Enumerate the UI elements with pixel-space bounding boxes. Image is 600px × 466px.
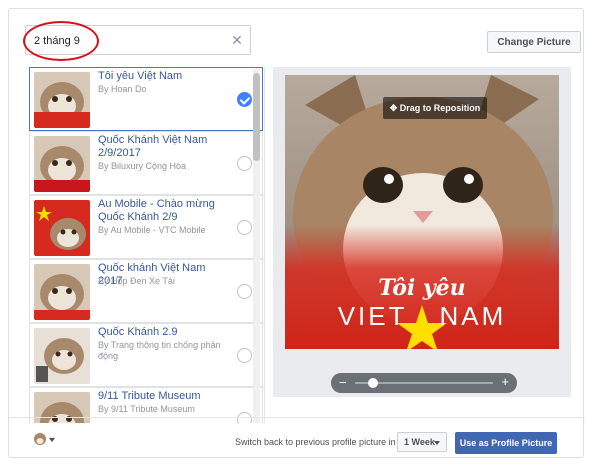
frame-radio[interactable]	[237, 284, 252, 299]
frame-thumbnail	[34, 328, 90, 384]
frame-title: Quốc Khánh 2.9	[98, 326, 178, 338]
profile-preview-image[interactable]: ✥ Drag to Reposition Tôi yêu VIET NAM	[285, 75, 559, 349]
drag-to-reposition-button[interactable]: ✥ Drag to Reposition	[383, 97, 487, 119]
frame-thumbnail	[34, 72, 90, 128]
frame-author: By Au Mobile - VTC Mobile	[98, 225, 206, 235]
frame-thumbnail	[34, 200, 90, 256]
page: ✕ Change Picture Tôi yêu Việt Nam By Hoa…	[0, 0, 600, 466]
frame-text-bottom: VIET NAM	[285, 301, 559, 332]
switch-back-label: Switch back to previous profile picture …	[235, 437, 396, 447]
cat-thumbnail-icon	[34, 433, 55, 445]
frame-author: By Hộp Đen Xe Tải	[98, 276, 175, 286]
frame-thumbnail	[34, 264, 90, 320]
zoom-track[interactable]	[355, 378, 493, 388]
frame-overlay-text: Tôi yêu VIET NAM	[285, 275, 559, 332]
zoom-slider[interactable]: − +	[331, 373, 517, 393]
search-input[interactable]	[34, 32, 214, 50]
frame-text-right: NAM	[439, 301, 507, 331]
zoom-out-icon[interactable]: −	[339, 375, 347, 391]
frame-radio[interactable]	[237, 92, 252, 107]
frame-item[interactable]: Quốc Khánh Việt Nam 2/9/2017 By Biluxury…	[29, 131, 263, 195]
change-picture-button[interactable]: Change Picture	[487, 31, 581, 53]
frame-text-left: VIET	[337, 301, 408, 331]
frame-author: By Biluxury Cộng Hòa	[98, 161, 187, 171]
frame-item[interactable]: Quốc Khánh 2.9 By Trang thông tin chống …	[29, 323, 263, 387]
frame-radio[interactable]	[237, 348, 252, 363]
move-icon: ✥	[389, 103, 400, 113]
preview-area: ✥ Drag to Reposition Tôi yêu VIET NAM − +	[273, 67, 571, 397]
zoom-in-icon[interactable]: +	[501, 374, 509, 390]
frame-radio[interactable]	[237, 220, 252, 235]
frame-text-top: Tôi yêu	[378, 275, 466, 301]
frame-title: 9/11 Tribute Museum	[98, 390, 201, 402]
duration-select[interactable]: 1 Week	[397, 432, 447, 452]
frame-title: Au Mobile - Chào mừng Quốc Khánh 2/9	[98, 198, 215, 223]
frame-radio[interactable]	[237, 156, 252, 171]
audience-selector[interactable]	[33, 432, 57, 446]
frame-title: Tôi yêu Việt Nam	[98, 70, 183, 82]
frame-author: By 9/11 Tribute Museum	[98, 404, 195, 414]
drag-label: Drag to Reposition	[399, 103, 481, 113]
frame-author: By Hoan Do	[98, 84, 147, 94]
use-as-profile-picture-button[interactable]: Use as Profile Picture	[455, 432, 557, 454]
list-scrollbar[interactable]	[253, 69, 260, 423]
dialog-footer: Switch back to previous profile picture …	[9, 417, 585, 459]
close-icon[interactable]: ✕	[230, 33, 244, 47]
duration-value: 1 Week	[404, 437, 435, 447]
zoom-handle[interactable]	[367, 378, 378, 388]
profile-frame-dialog: ✕ Change Picture Tôi yêu Việt Nam By Hoa…	[8, 8, 585, 459]
chevron-down-icon	[434, 441, 440, 445]
frame-item[interactable]: Tôi yêu Việt Nam By Hoan Do	[29, 67, 263, 131]
frame-thumbnail	[34, 136, 90, 192]
list-scroll-thumb[interactable]	[253, 73, 260, 161]
search-box[interactable]: ✕	[25, 25, 251, 55]
frame-list: Tôi yêu Việt Nam By Hoan Do Quốc Khánh V…	[29, 67, 265, 423]
frame-title: Quốc Khánh Việt Nam 2/9/2017	[98, 134, 208, 159]
frame-item[interactable]: Quốc khánh Việt Nam 2017 By Hộp Đen Xe T…	[29, 259, 263, 323]
frame-author: By Trang thông tin chống phản động	[98, 340, 221, 361]
frame-item[interactable]: Au Mobile - Chào mừng Quốc Khánh 2/9 By …	[29, 195, 263, 259]
